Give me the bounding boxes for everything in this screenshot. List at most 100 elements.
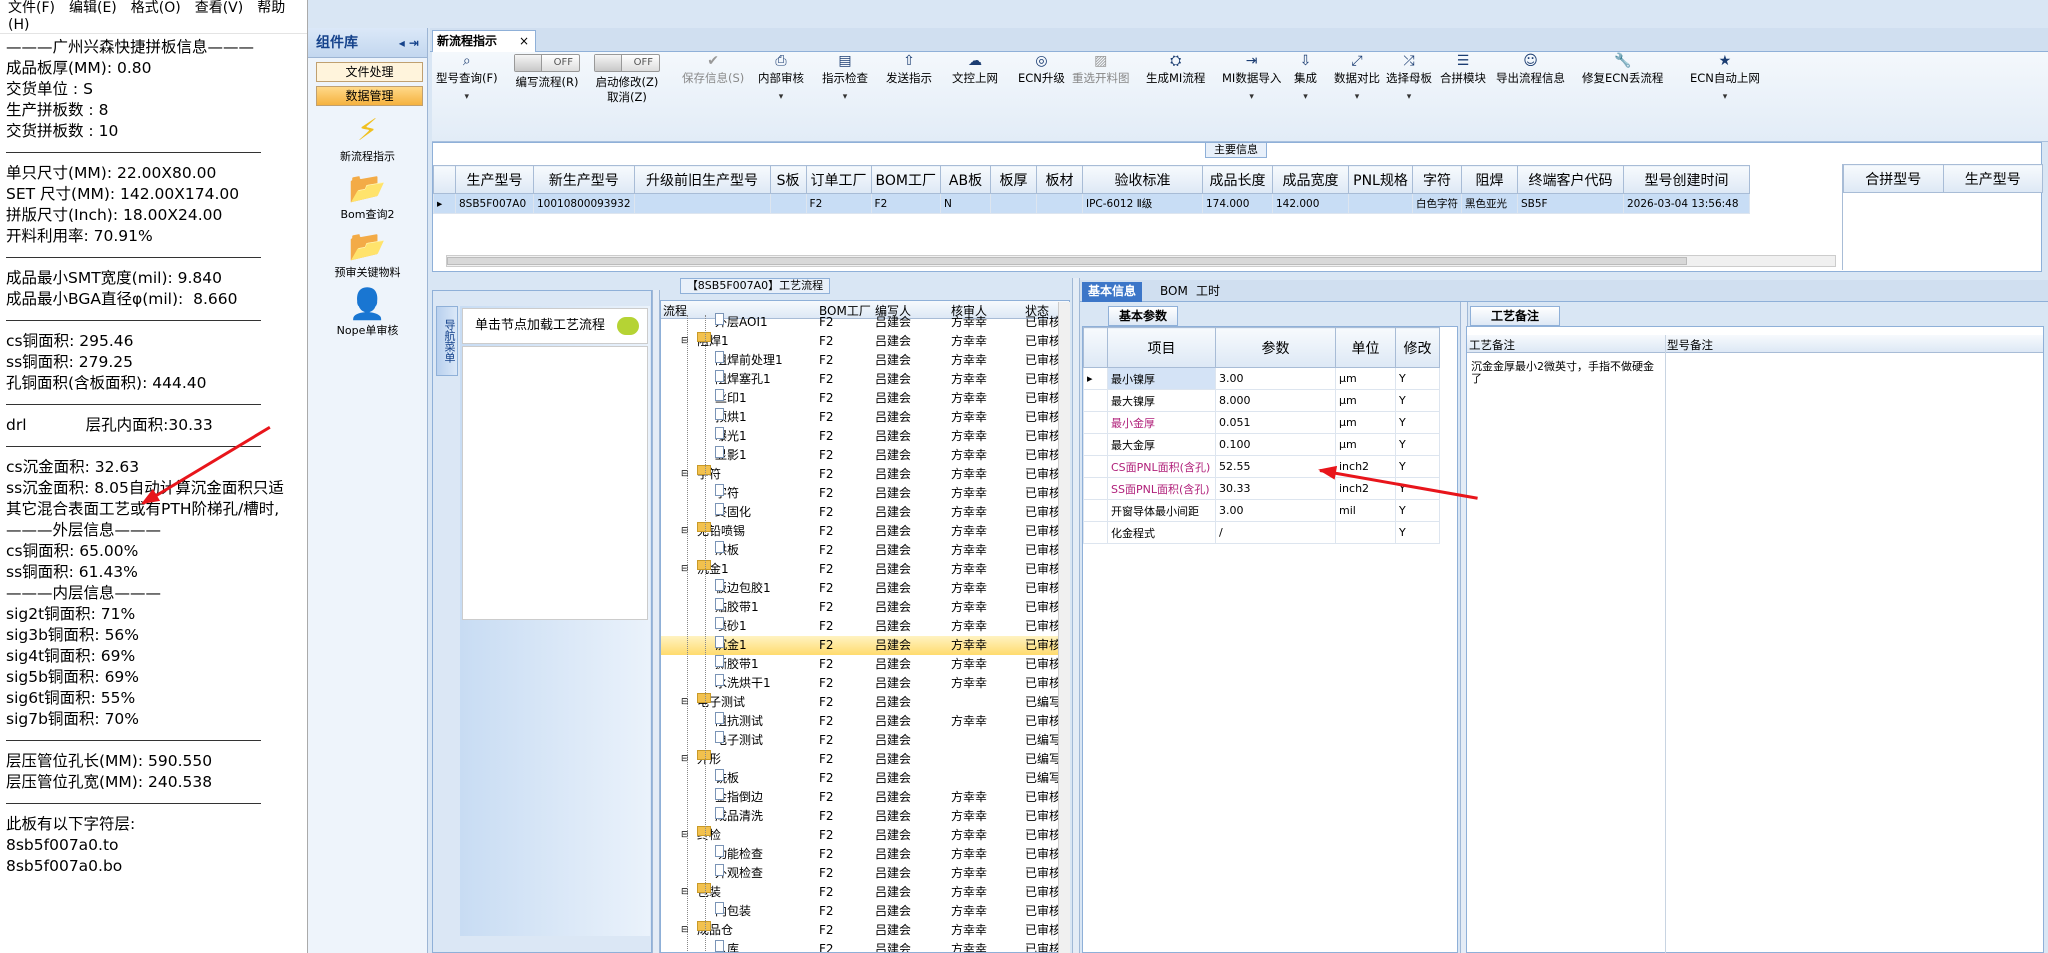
list-item[interactable]: 金指倒边 F2 吕建会 方幸幸 已审核 [661, 788, 1069, 807]
library-item[interactable]: 📂 预审关键物料 [308, 230, 427, 280]
table-row[interactable]: CS面PNL面积(含孔) 52.55 inch2 Y [1083, 455, 1440, 478]
table-row[interactable]: 最大镍厚 8.000 μm Y [1083, 389, 1440, 412]
table-cell[interactable] [1036, 193, 1083, 214]
chevron-down-icon[interactable]: ▾ [1222, 90, 1281, 105]
column-header[interactable]: 型号创建时间 [1623, 165, 1750, 194]
list-item[interactable]: 外观检查 F2 吕建会 方幸幸 已审核 [661, 864, 1069, 883]
column-header[interactable]: 订单工厂 [805, 165, 872, 194]
list-item[interactable]: 烘板 F2 吕建会 方幸幸 已审核 [661, 541, 1069, 560]
list-item[interactable]: ⊟ 电子测试 F2 吕建会 已编写 [661, 693, 1069, 712]
param-value[interactable]: 30.33 [1215, 477, 1336, 500]
list-item[interactable]: ⊟ 成品仓 F2 吕建会 方幸幸 已审核 [661, 921, 1069, 940]
table-row[interactable]: 最小金厚 0.051 μm Y [1083, 411, 1440, 434]
column-header[interactable]: 单位 [1335, 327, 1396, 368]
column-header[interactable]: 工艺备注 [1469, 337, 1515, 353]
table-cell[interactable]: F2 [870, 193, 942, 214]
toolbar-button[interactable]: ▨ 重选开料图 [1072, 54, 1130, 86]
column-header[interactable]: 阻焊 [1461, 165, 1518, 194]
toggle-switch[interactable]: OFF [594, 54, 660, 72]
list-item[interactable]: 阻焊前处理1 F2 吕建会 方幸幸 已审核 [661, 351, 1069, 370]
table-row[interactable]: ▸ 8SB5F007A0 10010800093932 F2 F2 N IPC-6012 Ⅱ… [433, 193, 1750, 214]
param-value[interactable]: 3.00 [1215, 367, 1336, 390]
column-header[interactable]: 项目 [1107, 327, 1216, 368]
library-item[interactable]: 👤 Nope单审核 [308, 288, 427, 338]
table-cell[interactable]: 黑色亚光 [1461, 193, 1518, 214]
list-item[interactable]: 撕胶带1 F2 吕建会 方幸幸 已审核 [661, 655, 1069, 674]
tab-1[interactable]: BOM [1154, 282, 1194, 302]
table-cell[interactable]: 174.000 [1202, 193, 1273, 214]
table-cell[interactable]: 白色字符 [1412, 193, 1462, 214]
library-item[interactable]: 📂 Bom查询2 [308, 172, 427, 222]
list-item[interactable]: 功能检查 F2 吕建会 方幸幸 已审核 [661, 845, 1069, 864]
toolbar-button[interactable]: ☰ 合拼模块 [1440, 54, 1486, 86]
toolbar-button[interactable]: ⎙ 内部审核 ▾ [758, 54, 804, 105]
tab-basic-params[interactable]: 基本参数 [1108, 306, 1178, 326]
table-cell[interactable]: 2026-03-04 13:56:48 [1623, 193, 1750, 214]
chevron-down-icon[interactable]: ▾ [1294, 90, 1317, 105]
list-item[interactable]: ⊟终检F2吕建会方幸幸已审核 [661, 826, 1069, 845]
table-row[interactable]: 最大金厚 0.100 μm Y [1083, 433, 1440, 456]
toolbar-button[interactable]: ⇧ 发送指示 [886, 54, 932, 86]
splitter[interactable] [652, 290, 660, 953]
table-cell[interactable]: 8SB5F007A0 [455, 193, 534, 214]
list-item[interactable]: ⊟包装F2吕建会方幸幸已审核 [661, 883, 1069, 902]
chevron-down-icon[interactable]: ▾ [758, 90, 804, 105]
toolbar-button[interactable]: ☺ 导出流程信息 [1496, 54, 1565, 86]
list-item[interactable]: 内包装 F2 吕建会 方幸幸 已审核 [661, 902, 1069, 921]
chevron-down-icon[interactable]: ▾ [436, 90, 498, 105]
column-header[interactable]: AB板 [940, 165, 991, 194]
pin-icon[interactable]: ◂ ⇥ [399, 28, 419, 58]
horizontal-scrollbar[interactable] [446, 255, 1836, 267]
list-item[interactable]: 字符 F2 吕建会 方幸幸 已审核 [661, 484, 1069, 503]
column-header[interactable]: 验收标准 [1082, 165, 1203, 194]
list-item[interactable]: 预烘1 F2 吕建会 方幸幸 已审核 [661, 408, 1069, 427]
list-item[interactable]: ⊟外形F2吕建会已编写 [661, 750, 1069, 769]
list-item[interactable]: 丝印1 F2 吕建会 方幸幸 已审核 [661, 389, 1069, 408]
chevron-down-icon[interactable]: ▾ [1386, 90, 1432, 105]
tab-new-flow[interactable]: 新流程指示 × [432, 30, 536, 52]
list-item[interactable]: 铣板 F2 吕建会 已编写 [661, 769, 1069, 788]
tab-2[interactable]: 工时 [1190, 282, 1226, 302]
toolbar-button[interactable]: ⤢ 数据对比 ▾ [1334, 54, 1380, 105]
column-header[interactable]: 终端客户代码 [1517, 165, 1624, 194]
column-header[interactable]: 型号备注 [1667, 337, 1713, 353]
column-header[interactable]: S板 [769, 165, 807, 194]
toolbar-button[interactable]: ★ ECN自动上网 ▾ [1690, 54, 1760, 105]
list-item[interactable]: 阻抗测试 F2 吕建会 方幸幸 已审核 [661, 712, 1069, 731]
column-header[interactable]: 合拼型号 [1843, 164, 1944, 193]
navigation-side-tab[interactable]: 导航菜单 [436, 306, 458, 376]
menu-item[interactable]: 文件(F) [8, 0, 55, 16]
list-item[interactable]: 外层AOI1 F2 吕建会 方幸幸 已审核 [661, 313, 1069, 332]
column-header[interactable]: 字符 [1412, 165, 1462, 194]
toolbar-button[interactable]: ⇥ MI数据导入 ▾ [1222, 54, 1281, 105]
list-item[interactable]: ⊟ 无铅喷锡 F2 吕建会 方幸幸 已审核 [661, 522, 1069, 541]
list-item[interactable]: ⊟字符F2吕建会方幸幸已审核 [661, 465, 1069, 484]
param-value[interactable]: / [1215, 521, 1336, 544]
toolbar-button[interactable]: ⌕ 型号查询(F) ▾ [436, 54, 498, 105]
list-item[interactable]: 电子测试 F2 吕建会 已编写 [661, 731, 1069, 750]
table-cell[interactable]: SB5F [1517, 193, 1624, 214]
toolbar-button[interactable]: 🔧 修复ECN丢流程 [1582, 54, 1663, 86]
column-header[interactable]: 修改 [1395, 327, 1440, 368]
column-header[interactable]: 新生产型号 [533, 165, 635, 194]
tab-process-notes[interactable]: 工艺备注 [1470, 306, 1560, 326]
param-value[interactable]: 8.000 [1215, 389, 1336, 412]
table-row[interactable]: ▸ 最小镍厚 3.00 μm Y [1083, 367, 1440, 390]
toggle-switch[interactable]: OFF [514, 54, 580, 72]
table-row[interactable]: 化金程式 / Y [1083, 521, 1440, 544]
list-item[interactable]: 板边包胶1 F2 吕建会 方幸幸 已审核 [661, 579, 1069, 598]
list-item[interactable]: 水洗烘干1 F2 吕建会 方幸幸 已审核 [661, 674, 1069, 693]
vertical-scrollbar[interactable] [1058, 302, 1070, 953]
menu-item[interactable]: 格式(O) [131, 0, 181, 16]
list-item[interactable]: 喷砂1 F2 吕建会 方幸幸 已审核 [661, 617, 1069, 636]
list-item[interactable]: ⊟ 阻焊1 F2 吕建会 方幸幸 已审核 [661, 332, 1069, 351]
param-value[interactable]: 3.00 [1215, 499, 1336, 522]
toolbar-button[interactable]: ✔ 保存信息(S) [682, 54, 744, 86]
chevron-down-icon[interactable]: ▾ [1334, 90, 1380, 105]
process-note-text[interactable]: 沉金金厚最小2微英寸，手指不做硬金了 [1471, 361, 1661, 385]
node-hint[interactable]: 单击节点加载工艺流程 [462, 308, 648, 344]
library-tab[interactable]: 文件处理 [316, 62, 423, 82]
table-cell[interactable]: 10010800093932 [533, 193, 635, 214]
column-header[interactable]: PNL规格 [1348, 165, 1413, 194]
list-item[interactable]: 显影1 F2 吕建会 方幸幸 已审核 [661, 446, 1069, 465]
